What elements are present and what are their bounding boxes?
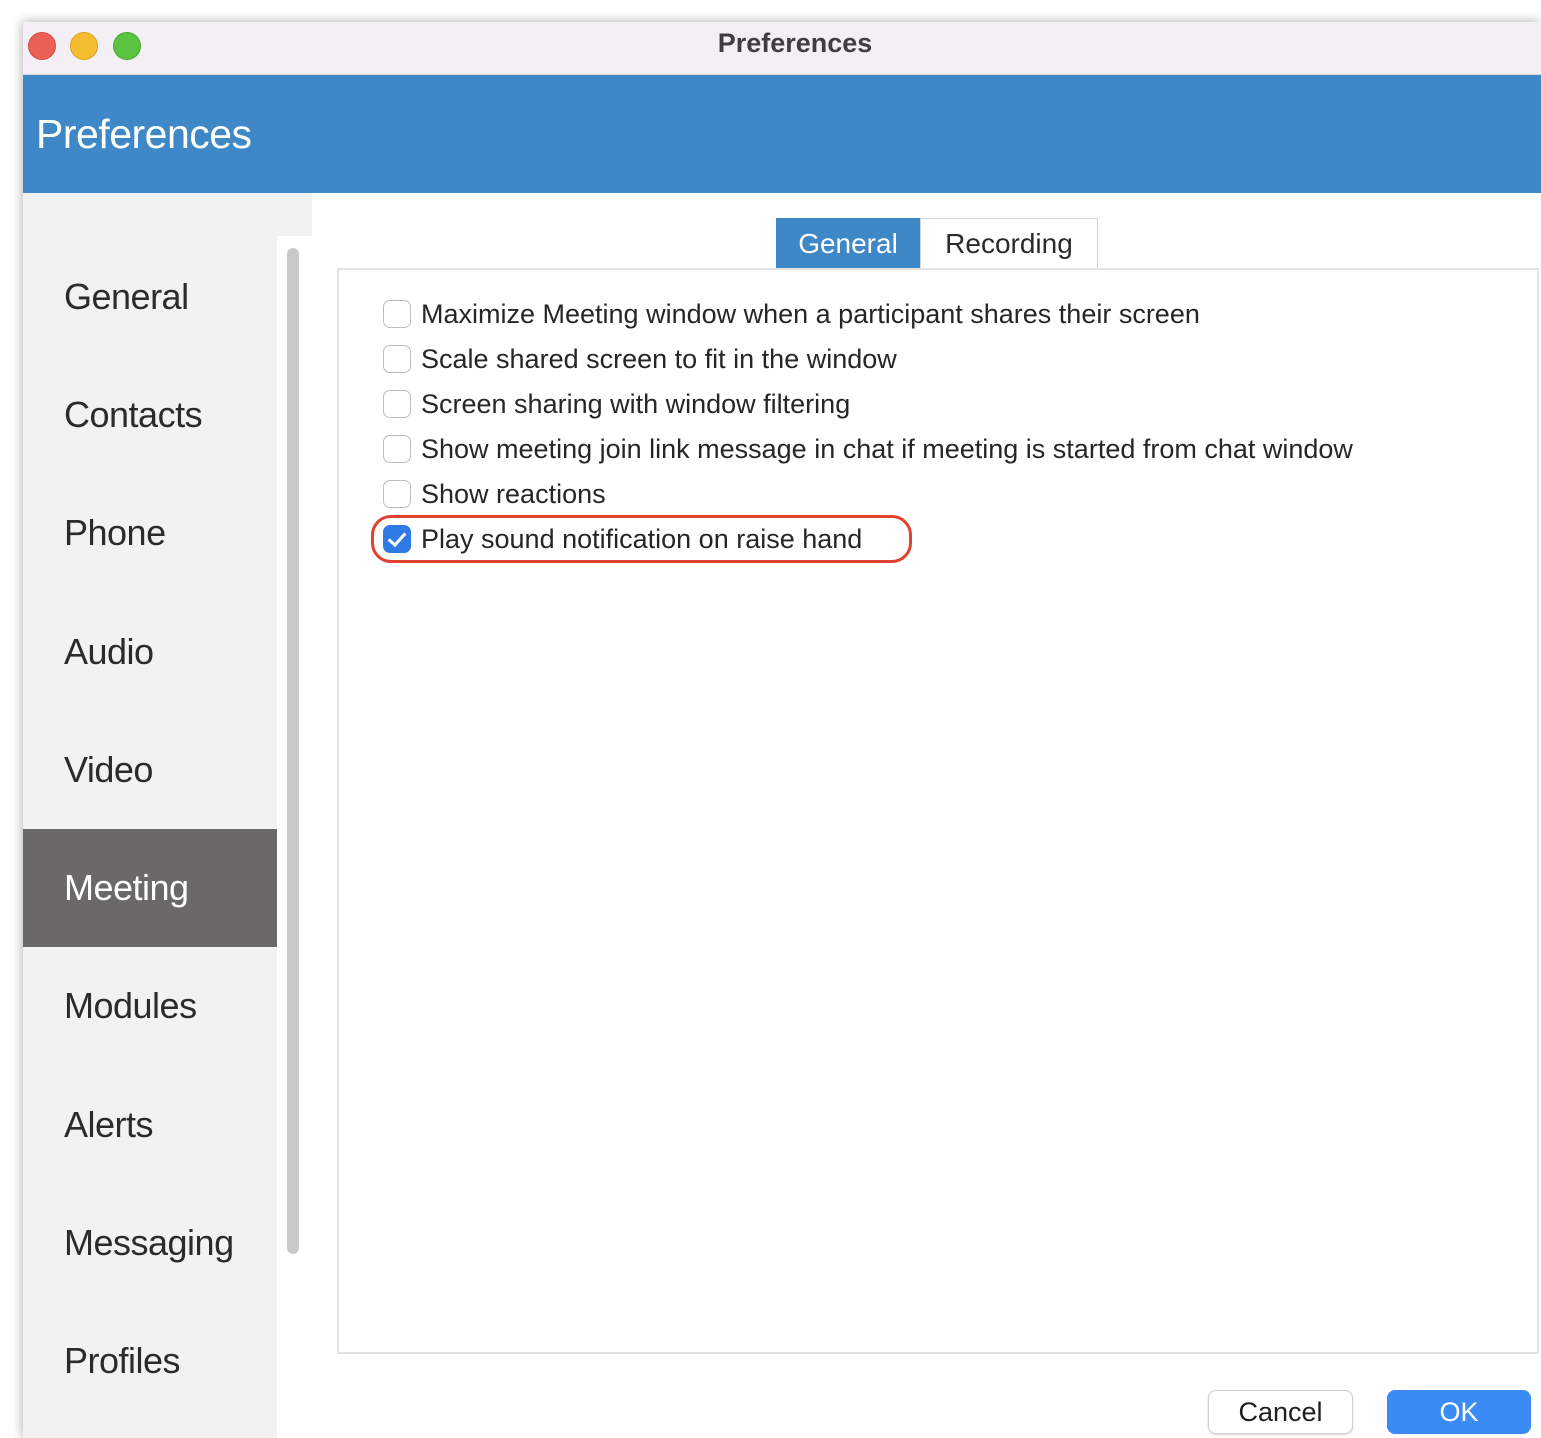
checkbox[interactable] [383, 480, 411, 508]
option-maximize-meeting-window[interactable]: Maximize Meeting window when a participa… [383, 297, 1200, 331]
checkbox[interactable] [383, 390, 411, 418]
sidebar-item-contacts[interactable]: Contacts [23, 356, 277, 474]
sidebar-item-video[interactable]: Video [23, 711, 277, 829]
preferences-window: Preferences Preferences General Contacts… [23, 22, 1541, 1438]
sidebar-item-general[interactable]: General [23, 238, 277, 356]
option-label: Scale shared screen to fit in the window [421, 343, 897, 374]
checkbox[interactable] [383, 345, 411, 373]
sidebar-item-modules[interactable]: Modules [23, 947, 277, 1065]
sidebar-item-label: Profiles [64, 1340, 181, 1381]
option-label: Maximize Meeting window when a participa… [421, 298, 1200, 329]
sidebar-item-label: Alerts [64, 1104, 154, 1145]
sidebar-item-alerts[interactable]: Alerts [23, 1066, 277, 1184]
sidebar-item-phone[interactable]: Phone [23, 474, 277, 592]
option-label: Show reactions [421, 478, 606, 509]
sidebar-item-label: General [64, 276, 189, 317]
sidebar-item-label: Video [64, 749, 153, 790]
title-bar: Preferences [23, 22, 1541, 75]
sidebar-item-audio[interactable]: Audio [23, 593, 277, 711]
ok-button[interactable]: OK [1387, 1390, 1531, 1434]
meeting-general-panel: Maximize Meeting window when a participa… [337, 268, 1539, 1354]
sidebar-item-messaging[interactable]: Messaging [23, 1184, 277, 1302]
sidebar-item-label: Phone [64, 512, 166, 553]
option-show-join-link[interactable]: Show meeting join link message in chat i… [383, 432, 1353, 466]
option-label: Show meeting join link message in chat i… [421, 433, 1353, 464]
tab-general[interactable]: General [776, 218, 920, 269]
checkbox[interactable] [383, 435, 411, 463]
option-show-reactions[interactable]: Show reactions [383, 477, 606, 511]
sidebar-item-meeting[interactable]: Meeting [23, 829, 277, 947]
header-title: Preferences [36, 111, 252, 157]
checkbox[interactable] [383, 300, 411, 328]
sidebar-item-label: Audio [64, 631, 154, 672]
option-window-filtering[interactable]: Screen sharing with window filtering [383, 387, 850, 421]
option-label: Screen sharing with window filtering [421, 388, 851, 419]
sidebar-item-label: Meeting [64, 867, 189, 908]
window-title: Preferences [717, 28, 873, 58]
sidebar-item-label: Contacts [64, 394, 203, 435]
sidebar-scrollbar[interactable] [287, 248, 299, 1254]
sidebar-item-profiles[interactable]: Profiles [23, 1302, 277, 1420]
tab-recording[interactable]: Recording [920, 218, 1098, 269]
cancel-button[interactable]: Cancel [1208, 1390, 1353, 1434]
sidebar-item-label: Modules [64, 985, 197, 1026]
sidebar: General Contacts Phone Audio Video Meeti… [23, 193, 277, 1438]
option-scale-shared-screen[interactable]: Scale shared screen to fit in the window [383, 342, 897, 376]
sidebar-top-extension [277, 193, 312, 236]
highlight-annotation [371, 515, 912, 563]
app-header: Preferences [23, 75, 1541, 193]
sidebar-item-label: Messaging [64, 1222, 234, 1263]
